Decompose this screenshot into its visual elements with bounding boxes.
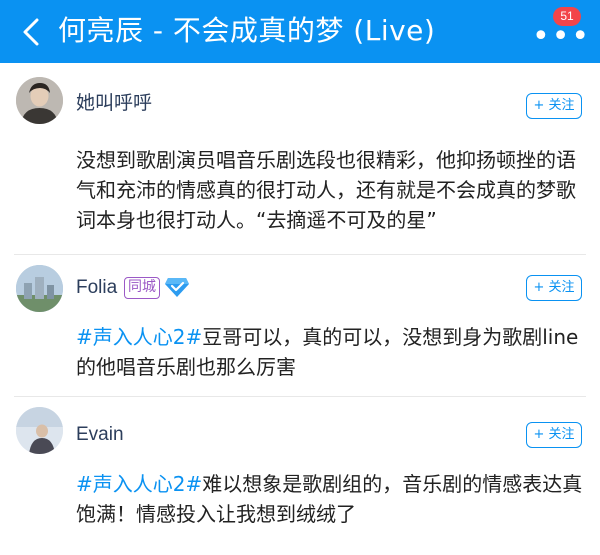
comment-text: #声入人心2#豆哥可以，真的可以，没想到身为歌剧line的他唱音乐剧也那么厉害: [76, 322, 584, 382]
page-title: 何亮辰 - 不会成真的梦 (Live): [58, 14, 436, 47]
comment-item: 她叫呼呼 + 关注 没想到歌剧演员唱音乐剧选段也很精彩，他抑扬顿挫的语气和充沛的…: [0, 63, 600, 254]
comment-item: Evain + 关注 #声入人心2#难以想象是歌剧组的，音乐剧的情感表达真饱满！…: [0, 396, 600, 555]
follow-button[interactable]: + 关注: [526, 275, 582, 301]
notification-badge: 51: [553, 7, 581, 26]
avatar[interactable]: [16, 407, 63, 454]
more-dots-icon: •••: [532, 19, 592, 54]
more-button[interactable]: ••• 51: [522, 7, 589, 52]
hashtag-link[interactable]: #声入人心2#: [76, 325, 202, 349]
diamond-vip-icon: [164, 275, 190, 299]
comment-item: Folia 同城 + 关注 #声入人心2#豆哥可以，真的可以，没想到身为歌剧li…: [0, 254, 600, 396]
divider: [14, 254, 586, 255]
avatar[interactable]: [16, 265, 63, 312]
avatar[interactable]: [16, 77, 63, 124]
username[interactable]: Folia: [76, 275, 117, 301]
follow-button[interactable]: + 关注: [526, 422, 582, 448]
city-badge: 同城: [124, 277, 160, 299]
chevron-left-icon: [23, 18, 39, 46]
back-button[interactable]: [14, 14, 50, 50]
follow-button[interactable]: + 关注: [526, 93, 582, 119]
divider: [14, 396, 586, 397]
comment-text: #声入人心2#难以想象是歌剧组的，音乐剧的情感表达真饱满！情感投入让我想到绒绒了: [76, 469, 584, 529]
username[interactable]: 她叫呼呼: [76, 91, 152, 117]
top-bar: 何亮辰 - 不会成真的梦 (Live) ••• 51: [0, 0, 600, 63]
comment-text: 没想到歌剧演员唱音乐剧选段也很精彩，他抑扬顿挫的语气和充沛的情感真的很打动人，还…: [76, 148, 576, 232]
hashtag-link[interactable]: #声入人心2#: [76, 472, 202, 496]
username[interactable]: Evain: [76, 422, 124, 448]
